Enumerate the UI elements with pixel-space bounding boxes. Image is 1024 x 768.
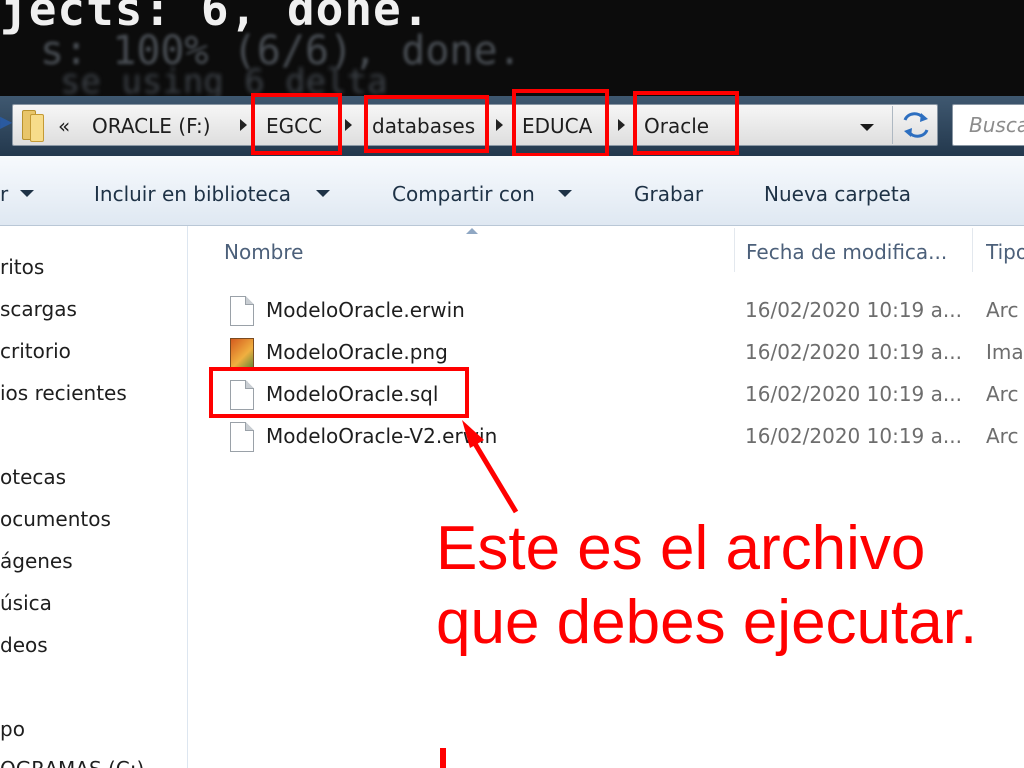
refresh-icon [903, 112, 928, 138]
file-icon [230, 296, 254, 326]
sort-ascending-icon [466, 228, 478, 234]
chevron-down-icon[interactable] [558, 190, 572, 197]
chevron-down-icon[interactable] [316, 190, 330, 197]
breadcrumb-drive[interactable]: ORACLE (F:) [92, 112, 211, 140]
folder-icon [22, 110, 46, 142]
breadcrumb-separator-icon[interactable] [240, 119, 247, 131]
table-row[interactable]: ModeloOracle.png 16/02/2020 10:19 a... I… [210, 332, 1024, 372]
file-icon [230, 422, 254, 452]
nav-item-favorites[interactable]: ritos [0, 253, 44, 281]
nav-item-desktop[interactable]: critorio [0, 337, 71, 365]
file-name[interactable]: ModeloOracle-V2.erwin [266, 420, 497, 452]
image-file-icon [230, 338, 254, 368]
highlight-box [633, 91, 739, 155]
nav-item-music[interactable]: úsica [0, 589, 52, 617]
nav-item-recent-places[interactable]: ios recientes [0, 379, 127, 407]
column-divider[interactable] [972, 228, 973, 272]
annotation-mark [440, 748, 446, 768]
nav-item-computer[interactable]: po [0, 715, 25, 743]
file-type: Arc [986, 424, 1019, 448]
breadcrumb-separator-icon[interactable] [345, 119, 352, 131]
highlight-box [251, 93, 342, 155]
breadcrumb-separator-icon[interactable] [618, 119, 625, 131]
breadcrumb-separator-icon[interactable] [496, 119, 503, 131]
new-folder-button[interactable]: Nueva carpeta [764, 180, 911, 208]
file-date: 16/02/2020 10:19 a... [745, 424, 962, 448]
nav-item-images[interactable]: ágenes [0, 547, 73, 575]
back-arrow-icon[interactable]: ▶ [0, 112, 12, 140]
organize-button[interactable]: r [0, 180, 8, 208]
terminal-background: jects: 6, done. s: 100% (6/6), done. se … [0, 0, 1024, 96]
file-name[interactable]: ModeloOracle.png [266, 336, 448, 368]
chevron-down-icon[interactable] [20, 190, 34, 197]
file-type: Arc [986, 298, 1019, 322]
annotation-text: Este es el archivo que debes ejecutar. [436, 512, 1024, 660]
file-type: Arc [986, 382, 1019, 406]
nav-item-documents[interactable]: ocumentos [0, 505, 111, 533]
column-header-date[interactable]: Fecha de modifica... [746, 236, 966, 268]
nav-item-libraries[interactable]: otecas [0, 463, 66, 491]
search-input[interactable]: Busca [952, 104, 1024, 146]
file-type: Ima [986, 340, 1024, 364]
burn-button[interactable]: Grabar [634, 180, 703, 208]
include-in-library-button[interactable]: Incluir en biblioteca [94, 180, 291, 208]
nav-item-downloads[interactable]: scargas [0, 295, 77, 323]
highlight-box [364, 95, 489, 153]
table-row[interactable]: ModeloOracle.erwin 16/02/2020 10:19 a...… [210, 290, 1024, 330]
navigation-pane: ritos scargas critorio ios recientes ote… [0, 226, 188, 768]
breadcrumb-overflow-chevron[interactable]: « [58, 112, 70, 140]
annotation-line: Este es el archivo [436, 514, 926, 583]
table-row[interactable]: ModeloOracle-V2.erwin 16/02/2020 10:19 a… [210, 416, 1024, 456]
annotation-line: que debes ejecutar. [436, 588, 978, 657]
address-history-dropdown-icon[interactable] [860, 124, 874, 131]
file-date: 16/02/2020 10:19 a... [745, 340, 962, 364]
column-divider[interactable] [734, 228, 735, 272]
column-header-name[interactable]: Nombre [224, 236, 724, 268]
column-header-type[interactable]: Tipo [986, 236, 1024, 268]
file-name[interactable]: ModeloOracle.erwin [266, 294, 465, 326]
nav-item-programs-drive[interactable]: OGRAMAS (C:) [0, 755, 144, 768]
highlight-box [209, 367, 469, 418]
share-with-button[interactable]: Compartir con [392, 180, 535, 208]
nav-item-videos[interactable]: deos [0, 631, 48, 659]
terminal-line: se using 6 delta [60, 62, 388, 96]
file-date: 16/02/2020 10:19 a... [745, 382, 962, 406]
file-date: 16/02/2020 10:19 a... [745, 298, 962, 322]
refresh-button[interactable] [892, 106, 938, 144]
highlight-box [512, 89, 609, 157]
